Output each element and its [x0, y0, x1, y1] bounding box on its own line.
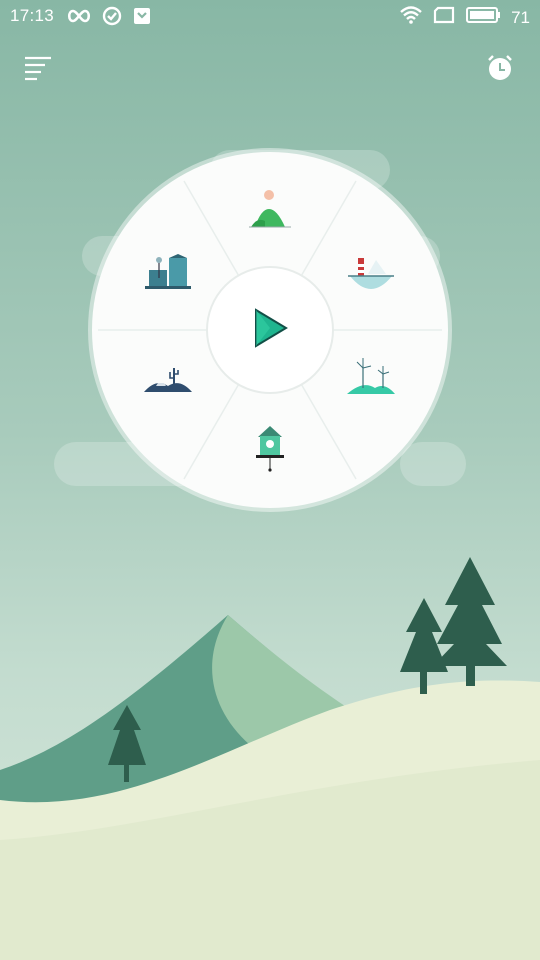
infinity-icon: [66, 8, 92, 29]
scene-wind-turbines[interactable]: [343, 350, 399, 406]
battery-icon: [465, 6, 501, 29]
lighthouse-boat-icon: [346, 246, 396, 299]
menu-button[interactable]: [20, 52, 56, 88]
cuckoo-clock-icon: [253, 423, 287, 478]
tree: [400, 598, 448, 694]
check-circle-icon: [102, 6, 122, 31]
status-bar: 17:13 71: [0, 0, 540, 34]
play-button[interactable]: [206, 266, 334, 394]
scene-city[interactable]: [140, 244, 196, 300]
meadow-person-icon: [247, 185, 293, 236]
menu-icon: [23, 55, 53, 86]
battery-level: 71: [511, 7, 530, 27]
scene-meadow[interactable]: [242, 182, 298, 238]
desert-cactus-icon: [142, 356, 194, 401]
scene-cuckoo-clock[interactable]: [242, 422, 298, 478]
play-icon: [250, 306, 290, 355]
scene-desert[interactable]: [140, 350, 196, 406]
shield-icon: [132, 6, 152, 31]
alarm-clock-icon: [485, 53, 515, 88]
city-buildings-icon: [143, 248, 193, 297]
landscape-illustration: [0, 557, 540, 960]
wind-turbines-icon: [345, 354, 397, 403]
scene-lighthouse[interactable]: [343, 244, 399, 300]
sound-scene-wheel: [92, 152, 448, 508]
wifi-icon: [399, 5, 423, 30]
sim-card-icon: [433, 6, 455, 29]
alarm-button[interactable]: [482, 52, 518, 88]
status-time: 17:13: [10, 6, 55, 25]
